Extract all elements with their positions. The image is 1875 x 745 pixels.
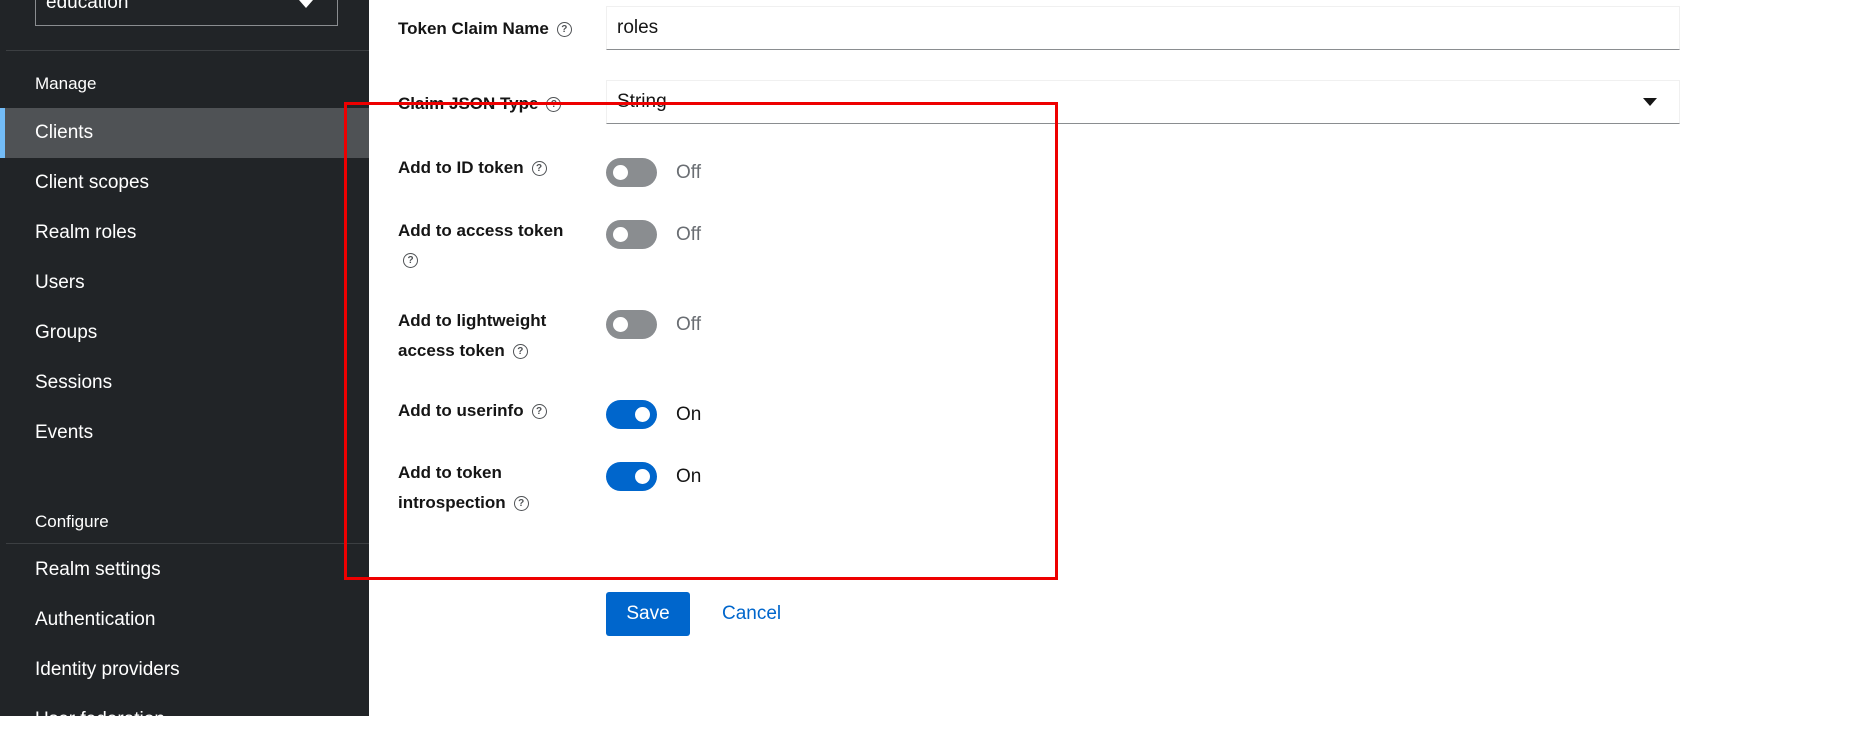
claim-json-type-label: Claim JSON Type? xyxy=(398,89,562,119)
access-token-state: Off xyxy=(676,224,701,245)
sidebar-item-identity-providers[interactable]: Identity providers xyxy=(0,645,369,695)
divider xyxy=(6,543,369,544)
lightweight-access-token-toggle[interactable] xyxy=(606,310,657,339)
userinfo-toggle[interactable] xyxy=(606,400,657,429)
lightweight-access-token-label-line2: access token? xyxy=(398,336,528,366)
claim-json-type-select[interactable]: String xyxy=(606,80,1680,124)
token-introspection-state: On xyxy=(676,466,702,487)
sidebar-item-sessions[interactable]: Sessions xyxy=(0,358,369,408)
label-text: access token xyxy=(398,341,505,360)
toggle-knob xyxy=(613,317,628,332)
sidebar-item-groups[interactable]: Groups xyxy=(0,308,369,358)
toggle-knob xyxy=(635,469,650,484)
label-text: Add to userinfo xyxy=(398,401,524,420)
toggle-knob xyxy=(613,165,628,180)
label-text: introspection xyxy=(398,493,506,512)
token-introspection-label-line2: introspection? xyxy=(398,488,529,518)
save-button[interactable]: Save xyxy=(606,592,690,636)
divider xyxy=(6,50,369,51)
label-text: Token Claim Name xyxy=(398,19,549,38)
label-text: Claim JSON Type xyxy=(398,94,539,113)
help-icon[interactable]: ? xyxy=(531,161,547,177)
sidebar-item-clients[interactable]: Clients xyxy=(0,108,369,158)
id-token-state: Off xyxy=(676,162,701,183)
sidebar-item-users[interactable]: Users xyxy=(0,258,369,308)
label-text: Add to token xyxy=(398,463,502,482)
sidebar-item-user-federation[interactable]: User federation xyxy=(0,695,369,745)
toggle-knob xyxy=(613,227,628,242)
caret-down-icon xyxy=(1643,98,1657,106)
help-icon[interactable]: ? xyxy=(512,344,528,360)
help-icon[interactable]: ? xyxy=(546,97,562,113)
lightweight-access-token-label: Add to lightweight xyxy=(398,306,546,336)
token-claim-name-label: Token Claim Name? xyxy=(398,14,572,44)
id-token-toggle[interactable] xyxy=(606,158,657,187)
userinfo-state: On xyxy=(676,404,702,425)
label-text: Add to lightweight xyxy=(398,311,547,330)
sidebar-item-events[interactable]: Events xyxy=(0,408,369,458)
sidebar: education Manage Clients Client scopes R… xyxy=(0,0,369,730)
access-token-label: Add to access token xyxy=(398,216,563,246)
lightweight-access-token-state: Off xyxy=(676,314,701,335)
label-text: Add to ID token xyxy=(398,158,524,177)
id-token-label: Add to ID token? xyxy=(398,153,547,183)
token-introspection-label: Add to token xyxy=(398,458,502,488)
help-icon[interactable]: ? xyxy=(556,22,572,38)
toggle-knob xyxy=(635,407,650,422)
help-icon[interactable]: ? xyxy=(513,496,529,512)
help-icon[interactable]: ? xyxy=(531,404,547,420)
section-title-configure: Configure xyxy=(35,512,109,531)
sidebar-item-realm-settings[interactable]: Realm settings xyxy=(0,545,369,595)
sidebar-item-realm-roles[interactable]: Realm roles xyxy=(0,208,369,258)
sidebar-item-authentication[interactable]: Authentication xyxy=(0,595,369,645)
realm-name: education xyxy=(46,0,129,13)
userinfo-label: Add to userinfo? xyxy=(398,396,547,426)
realm-selector[interactable]: education xyxy=(35,0,338,26)
cancel-button[interactable]: Cancel xyxy=(716,592,787,636)
caret-down-icon xyxy=(299,0,313,8)
section-title-manage: Manage xyxy=(35,74,97,93)
access-token-toggle[interactable] xyxy=(606,220,657,249)
token-claim-name-input[interactable]: roles xyxy=(606,6,1680,50)
select-value: String xyxy=(617,91,667,112)
help-icon[interactable]: ? xyxy=(403,253,418,268)
token-introspection-toggle[interactable] xyxy=(606,462,657,491)
sidebar-item-client-scopes[interactable]: Client scopes xyxy=(0,158,369,208)
label-text: Add to access token xyxy=(398,221,564,240)
